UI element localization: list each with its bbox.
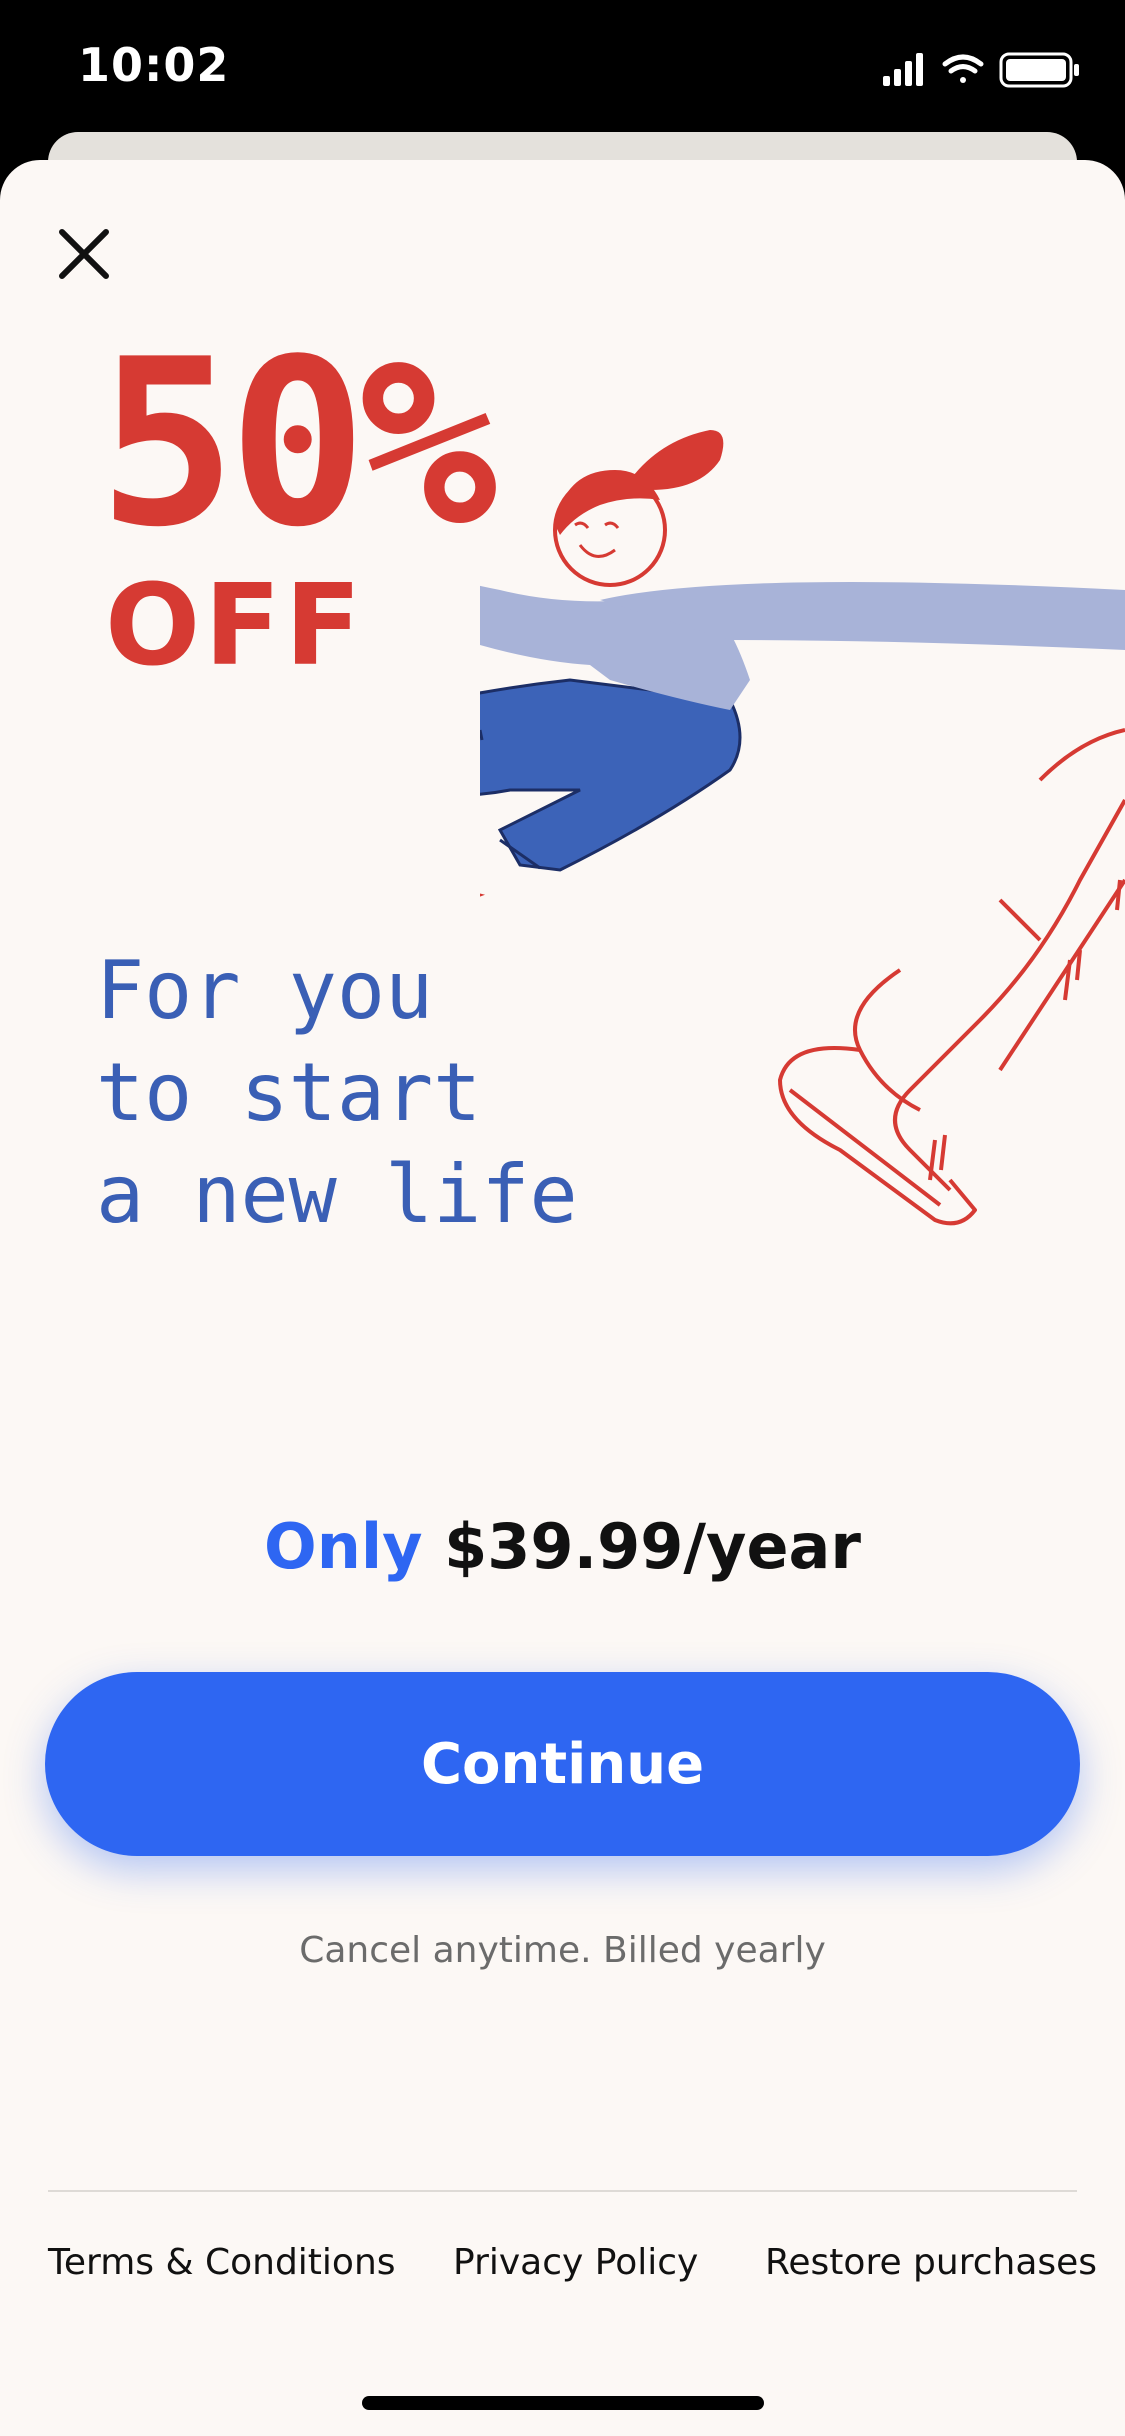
privacy-policy-link[interactable]: Privacy Policy [453, 2242, 698, 2283]
billing-note: Cancel anytime. Billed yearly [299, 1930, 826, 1971]
paywall-sheet: 50% OFF For you to start a new life Only… [0, 160, 1125, 2436]
jumping-woman-illustration [480, 430, 1125, 1226]
discount-off-label: OFF [105, 561, 366, 691]
discount-percent: 50% [98, 311, 497, 578]
armchair-illustration [778, 728, 1125, 1226]
wifi-icon [942, 54, 984, 83]
continue-button[interactable]: Continue [45, 1672, 1080, 1856]
price-prefix: Only [264, 1510, 423, 1583]
price-amount: $39.99/year [444, 1510, 861, 1583]
close-icon[interactable] [50, 220, 118, 288]
restore-purchases-link[interactable]: Restore purchases [765, 2242, 1097, 2283]
head-illustration [553, 430, 724, 587]
signal-icon [883, 53, 923, 86]
pants-illustration [480, 678, 742, 872]
terms-link[interactable]: Terms & Conditions [48, 2242, 396, 2283]
footer-divider [48, 2190, 1077, 2192]
status-time: 10:02 [78, 38, 230, 92]
battery-icon [999, 52, 1079, 88]
status-icons [883, 52, 1079, 88]
price-line: Only $39.99/year [0, 1510, 1125, 1583]
home-indicator[interactable] [362, 2396, 764, 2410]
